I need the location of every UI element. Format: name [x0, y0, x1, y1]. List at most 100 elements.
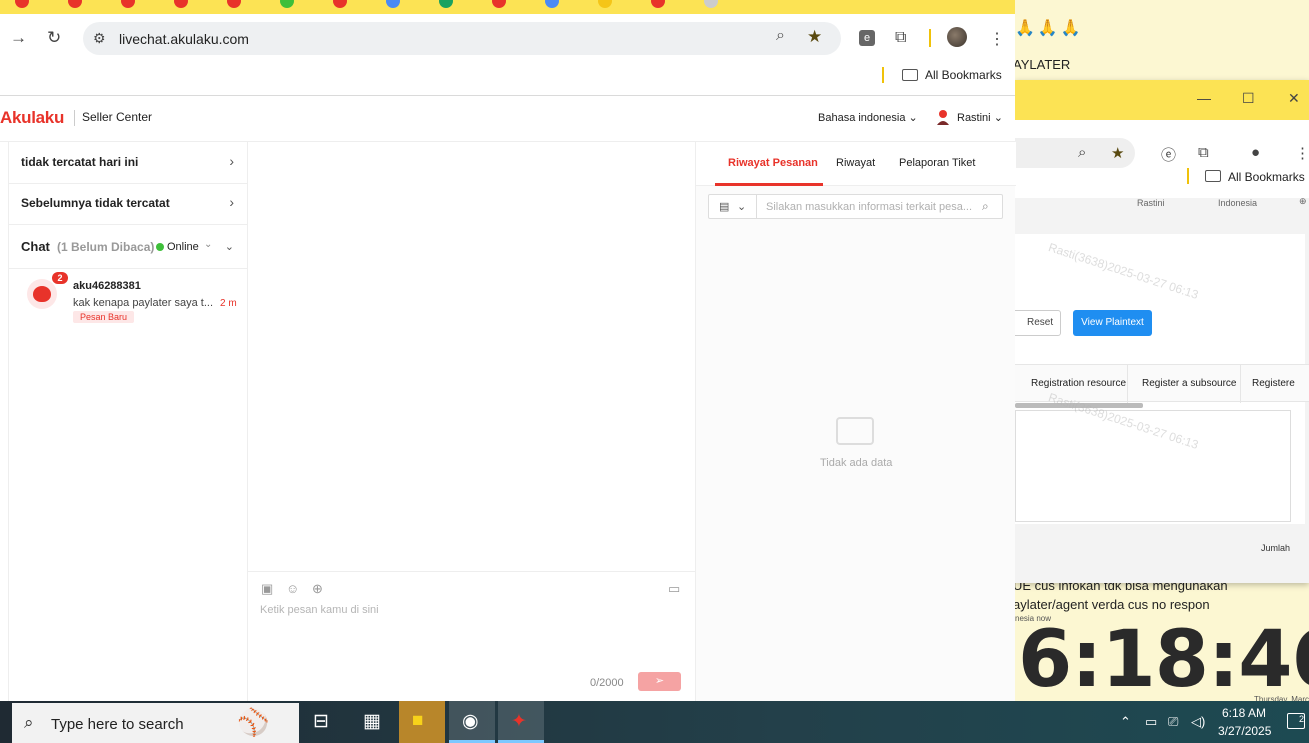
notification-center-icon[interactable]: 2	[1287, 713, 1305, 729]
language-menu[interactable]: Indonesia	[1218, 198, 1257, 208]
network-icon[interactable]: ⎚	[1168, 714, 1178, 730]
search-input[interactable]: Silakan masukkan informasi terkait pesa.…	[766, 201, 972, 213]
conversation-time: 2 m	[220, 298, 237, 309]
profile-avatar-icon[interactable]	[947, 27, 967, 47]
menu-kebab-icon[interactable]: ⋮	[989, 29, 1005, 49]
view-plaintext-button[interactable]: View Plaintext	[1073, 310, 1152, 336]
user-name: Rastini	[957, 112, 991, 124]
volume-icon[interactable]: ◁)	[1191, 714, 1205, 730]
store-app[interactable]: ▦	[350, 701, 396, 743]
taskbar-search[interactable]: ⌕ Type here to search ⚾	[12, 703, 299, 743]
empty-inbox-icon	[836, 417, 874, 445]
add-icon[interactable]: ⊕	[312, 581, 323, 597]
url-text[interactable]: livechat.akulaku.com	[119, 31, 249, 47]
status-selector[interactable]: Online	[167, 241, 199, 253]
browser-tab-favicon[interactable]	[704, 0, 718, 8]
chat-panel: ▣ ☺ ⊕ ▭ Ketik pesan kamu di sini 0/2000 …	[248, 142, 695, 701]
all-bookmarks-link[interactable]: All Bookmarks	[925, 68, 1002, 82]
browser-tab-favicon[interactable]	[227, 0, 241, 8]
window-titlebar[interactable]: — ☐ ✕	[1015, 80, 1309, 120]
browser-tab-favicon[interactable]	[492, 0, 506, 8]
bookmarks-bar: All Bookmarks	[0, 62, 1015, 96]
battery-icon[interactable]: ▭	[1145, 714, 1157, 730]
tab-history[interactable]: Riwayat	[836, 157, 875, 169]
browser-tab-favicon[interactable]	[545, 0, 559, 8]
maximize-icon[interactable]: ☐	[1242, 90, 1255, 107]
chevron-down-icon[interactable]: ⌄	[204, 239, 212, 250]
section-label: Sebelumnya tidak tercatat	[21, 196, 170, 210]
user-avatar-icon[interactable]	[936, 109, 950, 125]
puzzle-extensions-icon[interactable]: ⧉	[895, 29, 906, 47]
bookmarks-bar: All Bookmarks	[1015, 158, 1309, 194]
user-menu[interactable]: Rastini	[1137, 198, 1165, 208]
divider	[1127, 365, 1128, 403]
browser-tab-favicon[interactable]	[174, 0, 188, 8]
forward-icon[interactable]: →	[10, 28, 27, 48]
send-button[interactable]: ➢	[638, 672, 681, 691]
order-info-panel: Riwayat Pesanan Riwayat Pelaporan Tiket …	[695, 142, 1016, 701]
section-unrecorded-today[interactable]: tidak tercatat hari ini ›	[9, 142, 248, 184]
task-view-button[interactable]: ⊟	[300, 701, 346, 743]
message-input[interactable]: Ketik pesan kamu di sini	[260, 604, 379, 616]
language-selector[interactable]: Bahasa indonesia ⌄	[818, 111, 918, 124]
browser-tab-favicon[interactable]	[386, 0, 400, 8]
reload-icon[interactable]: ↻	[47, 28, 61, 48]
pinned-app[interactable]: ✦	[498, 701, 544, 743]
site-settings-icon[interactable]: ⚙	[93, 30, 106, 47]
extension-e-icon[interactable]: e	[859, 30, 875, 46]
quick-reply-icon[interactable]: ▭	[668, 581, 680, 597]
browser-tab-favicon[interactable]	[280, 0, 294, 8]
clipboard-icon: ▤	[719, 201, 730, 213]
browser-tab-favicon[interactable]	[439, 0, 453, 8]
browser-tab-favicon[interactable]	[598, 0, 612, 8]
total-label: Jumlah	[1261, 543, 1291, 553]
online-status-dot	[156, 243, 164, 251]
secondary-browser-window[interactable]: — ☐ ✕ ⌕ ★ ⓔ ⧉ ● ⋮ All Bookmarks Rastini …	[1015, 80, 1309, 583]
filter-panel: Reset View Plaintext Registration resour…	[1015, 234, 1309, 553]
tab-order-history[interactable]: Riwayat Pesanan	[728, 157, 818, 169]
conversation-preview: kak kenapa paylater saya t...	[73, 297, 214, 309]
search-icon[interactable]: ⌕	[982, 199, 989, 214]
bookmark-star-icon[interactable]: ★	[807, 27, 822, 47]
chevron-up-icon[interactable]: ⌃	[1120, 714, 1131, 730]
akulaku-logo[interactable]: Akulaku	[0, 108, 64, 128]
minimize-icon[interactable]: —	[1197, 90, 1211, 106]
browser-tab-favicon[interactable]	[333, 0, 347, 8]
section-previously-unrecorded[interactable]: Sebelumnya tidak tercatat ›	[9, 183, 248, 225]
reset-button[interactable]: Reset	[1015, 310, 1061, 336]
chat-section-header[interactable]: Chat (1 Belum Dibaca) Online ⌄ ⌄	[9, 226, 248, 269]
chrome-app[interactable]: ◉	[449, 701, 495, 743]
conversation-item[interactable]: 2 aku46288381 kak kenapa paylater saya t…	[9, 269, 248, 329]
globe-icon[interactable]: ⊕	[1299, 196, 1307, 207]
folder-icon[interactable]	[1205, 170, 1221, 182]
empty-state-text: Tidak ada data	[820, 457, 893, 469]
baseball-doodle-icon[interactable]: ⚾	[237, 707, 269, 738]
tab-ticket-report[interactable]: Pelaporan Tiket	[899, 157, 975, 169]
chevron-down-icon[interactable]: ⌄	[225, 240, 234, 253]
emoji-icon[interactable]: ☺	[286, 581, 299, 596]
conversation-sidebar: tidak tercatat hari ini › Sebelumnya tid…	[8, 142, 248, 701]
page-header: Rastini Indonesia ⊕	[1015, 196, 1309, 218]
all-bookmarks-link[interactable]: All Bookmarks	[1228, 170, 1305, 184]
chevron-right-icon: ›	[229, 194, 234, 210]
search-type-select[interactable]: ▤ ⌄	[709, 195, 757, 218]
sticky-text-line: aylater/agent verda cus no respon	[1013, 597, 1210, 612]
taskbar-time[interactable]: 6:18 AM	[1222, 706, 1266, 720]
browser-tab-favicon[interactable]	[15, 0, 29, 8]
sticky-notes-app[interactable]: ■	[399, 701, 445, 743]
tab-strip[interactable]	[0, 0, 1015, 14]
browser-tab-favicon[interactable]	[68, 0, 82, 8]
taskbar-date[interactable]: 3/27/2025	[1218, 724, 1271, 738]
browser-tab-favicon[interactable]	[651, 0, 665, 8]
new-message-tag: Pesan Baru	[73, 311, 135, 323]
seller-center-title: Seller Center	[82, 110, 153, 124]
close-icon[interactable]: ✕	[1288, 90, 1300, 107]
folder-icon[interactable]	[902, 69, 918, 81]
address-bar[interactable]: ⚙ livechat.akulaku.com ⌕ ★	[83, 22, 841, 55]
browser-tab-favicon[interactable]	[121, 0, 135, 8]
browser-toolbar: → ↻ ⚙ livechat.akulaku.com ⌕ ★ e ⧉ ⋮	[0, 14, 1015, 62]
user-menu[interactable]: Rastini ⌄	[957, 111, 1003, 124]
image-upload-icon[interactable]: ▣	[261, 581, 273, 597]
chevron-down-icon: ⌄	[908, 112, 918, 124]
zoom-icon[interactable]: ⌕	[776, 27, 785, 45]
